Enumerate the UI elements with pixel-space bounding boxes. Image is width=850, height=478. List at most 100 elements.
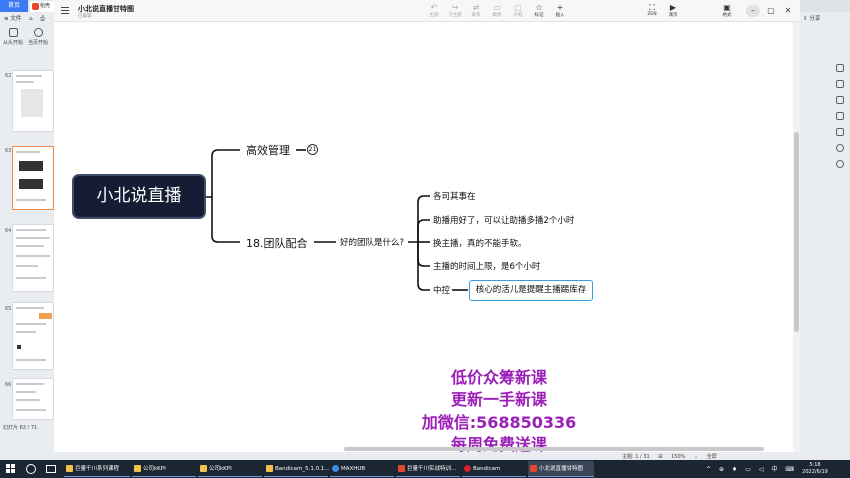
- item-topic[interactable]: 各司其事在: [433, 190, 476, 202]
- tool-icon[interactable]: [836, 80, 844, 88]
- play-icon: ▶: [669, 3, 677, 12]
- windows-start-icon[interactable]: [6, 464, 16, 474]
- insert-subtopic-button[interactable]: ↪ 子主题: [445, 3, 465, 18]
- close-button[interactable]: ✕: [781, 5, 795, 17]
- promo-line: 加微信:568850336: [421, 413, 577, 432]
- taskbar-clock[interactable]: 5:18 2022/6/19: [795, 462, 835, 476]
- display-icon[interactable]: ▭: [745, 466, 751, 473]
- toolbar-label: 主题: [429, 13, 439, 18]
- subtopic-question[interactable]: 好的团队是什么?: [340, 236, 404, 248]
- taskbar-item-active[interactable]: 小北说直播甘特图: [528, 461, 594, 477]
- slide-thumbnail-selected[interactable]: [12, 146, 54, 210]
- volume-icon[interactable]: ◁: [759, 466, 764, 473]
- connector-item2: [417, 219, 430, 242]
- branch-topic-management[interactable]: 高效管理: [246, 142, 290, 158]
- topic-icon: ↶: [430, 3, 438, 12]
- wps-menu-home-icon[interactable]: ⌂: [29, 16, 33, 22]
- connector-item1: [408, 195, 430, 243]
- menu-icon[interactable]: [61, 7, 69, 14]
- bandicam-icon: [464, 465, 471, 472]
- taskbar-item-label: 巨量千川系列课程: [75, 466, 120, 472]
- task-view-icon[interactable]: [46, 465, 56, 473]
- toolbar-label: 插入: [555, 13, 565, 18]
- wps-tab-doc[interactable]: 稻壳: [30, 1, 54, 12]
- insert-topic-button[interactable]: ↶ 主题: [424, 3, 444, 18]
- present-button[interactable]: ▶ 演示: [663, 3, 683, 18]
- branch-topic-team[interactable]: 18.团队配合: [246, 235, 308, 251]
- settings-icon[interactable]: [836, 144, 844, 152]
- help-icon[interactable]: [836, 160, 844, 168]
- thumb-number: 66: [5, 382, 12, 388]
- wps-menu-print-icon[interactable]: ⎙: [40, 16, 44, 22]
- subtopic-icon: ↪: [451, 3, 459, 12]
- folder-icon: [134, 465, 141, 472]
- item-topic-zhongkong[interactable]: 中控: [433, 284, 450, 296]
- status-bar: 主题: 1 / 31 ⊞ 150% ⌄ 全屏: [622, 453, 724, 460]
- promo-line: 更新一手新课: [450, 390, 547, 409]
- marker-button[interactable]: ☆ 标记: [529, 3, 549, 18]
- boundary-button[interactable]: ▢ 外框: [508, 3, 528, 18]
- share-button[interactable]: ⇪ 分享: [803, 14, 820, 22]
- wps-menu-file[interactable]: ≡ 文件: [4, 16, 21, 22]
- panel-icon: ▣: [723, 3, 731, 12]
- mindmap-canvas[interactable]: 小北说直播 高效管理 21 18.团队配合 好的团队是什么? 各司其事在 助播用…: [54, 22, 794, 454]
- fullscreen-icon: ⛶: [649, 3, 655, 12]
- slide-thumbnail[interactable]: [12, 378, 54, 420]
- tool-icon[interactable]: [836, 128, 844, 136]
- root-topic[interactable]: 小北说直播: [72, 174, 206, 219]
- summary-button[interactable]: ▭ 概要: [487, 3, 507, 18]
- keyboard-icon[interactable]: ⌨: [785, 466, 794, 473]
- selected-topic[interactable]: 核心的活儿是提醒主播踢库存: [469, 280, 593, 301]
- play-from-start-button[interactable]: 从头开始: [1, 28, 25, 46]
- security-icon[interactable]: ♦: [732, 466, 737, 473]
- taskbar-item[interactable]: Bandicam_5.1.0.1...: [264, 461, 330, 477]
- tray-expand-icon[interactable]: ^: [706, 466, 711, 473]
- document-status: 已编辑: [78, 14, 92, 19]
- slide-thumbnail[interactable]: [12, 224, 54, 292]
- thumb-number: 65: [5, 306, 12, 312]
- wps-menu: ≡ 文件 ⌂ ⎙: [4, 14, 51, 23]
- ime-indicator[interactable]: 中: [771, 466, 777, 473]
- toolbar-label: 标记: [534, 13, 544, 18]
- horizontal-scroll-thumb[interactable]: [344, 447, 764, 451]
- insert-button[interactable]: + 插入: [550, 3, 570, 18]
- taskbar-item[interactable]: 公司kKPI: [132, 461, 196, 477]
- taskbar-item[interactable]: 巨量千川系列课程: [64, 461, 130, 477]
- taskbar-item-label: 公司kKPI: [209, 466, 232, 472]
- item-topic[interactable]: 助播用好了，可以让助播多播2个小时: [433, 214, 574, 226]
- network-icon[interactable]: ⊕: [719, 466, 724, 473]
- taskbar-item-label: MAXHUB: [341, 466, 366, 472]
- xmind-titlebar: 小北说直播甘特图 已编辑 ↶ 主题 ↪ 子主题 ⇄ 联系 ▭ 概要 ▢ 外框 ☆…: [54, 0, 800, 22]
- item-topic[interactable]: 主播的时间上限，是6个小时: [433, 260, 540, 272]
- tool-icon[interactable]: [836, 112, 844, 120]
- zen-mode-button[interactable]: ⛶ ZEN: [642, 3, 662, 17]
- clock-time: 5:18: [809, 462, 821, 468]
- relationship-button[interactable]: ⇄ 联系: [466, 3, 486, 18]
- taskbar-item[interactable]: 巨量千川实战特训...: [396, 461, 460, 477]
- share-label: 分享: [809, 16, 821, 22]
- toolbar-label: 子主题: [448, 13, 462, 18]
- taskbar-item[interactable]: MAXHUB: [330, 461, 394, 477]
- maximize-button[interactable]: ▢: [764, 5, 778, 17]
- tool-icon[interactable]: [836, 64, 844, 72]
- play-current-button[interactable]: 当页开始: [26, 28, 50, 46]
- vertical-scroll-thumb[interactable]: [794, 132, 799, 332]
- play-from-start-label: 从头开始: [2, 40, 23, 46]
- tool-icon[interactable]: [836, 96, 844, 104]
- search-icon[interactable]: [26, 464, 36, 474]
- format-panel-button[interactable]: ▣ 格式: [717, 3, 737, 18]
- minimize-button[interactable]: –: [746, 5, 760, 17]
- taskbar-item[interactable]: Bandicam: [462, 461, 526, 477]
- xmind-window: 小北说直播甘特图 已编辑 ↶ 主题 ↪ 子主题 ⇄ 联系 ▭ 概要 ▢ 外框 ☆…: [54, 0, 800, 454]
- collapsed-count-badge[interactable]: 21: [307, 144, 318, 155]
- slide-thumbnail[interactable]: [12, 302, 54, 370]
- taskbar-item[interactable]: 公司kKPI: [198, 461, 262, 477]
- windows-taskbar: 巨量千川系列课程 公司kKPI 公司kKPI Bandicam_5.1.0.1.…: [0, 460, 850, 478]
- maxhub-icon: [332, 465, 339, 472]
- taskbar-item-label: Bandicam_5.1.0.1...: [275, 466, 330, 472]
- item-topic[interactable]: 换主播，真的不能手软。: [433, 237, 527, 249]
- wps-tab-home[interactable]: 首页: [0, 0, 28, 12]
- wps-right-toolbar: [830, 50, 850, 420]
- slide-thumbnail[interactable]: [12, 70, 54, 132]
- vertical-scrollbar[interactable]: [793, 22, 800, 452]
